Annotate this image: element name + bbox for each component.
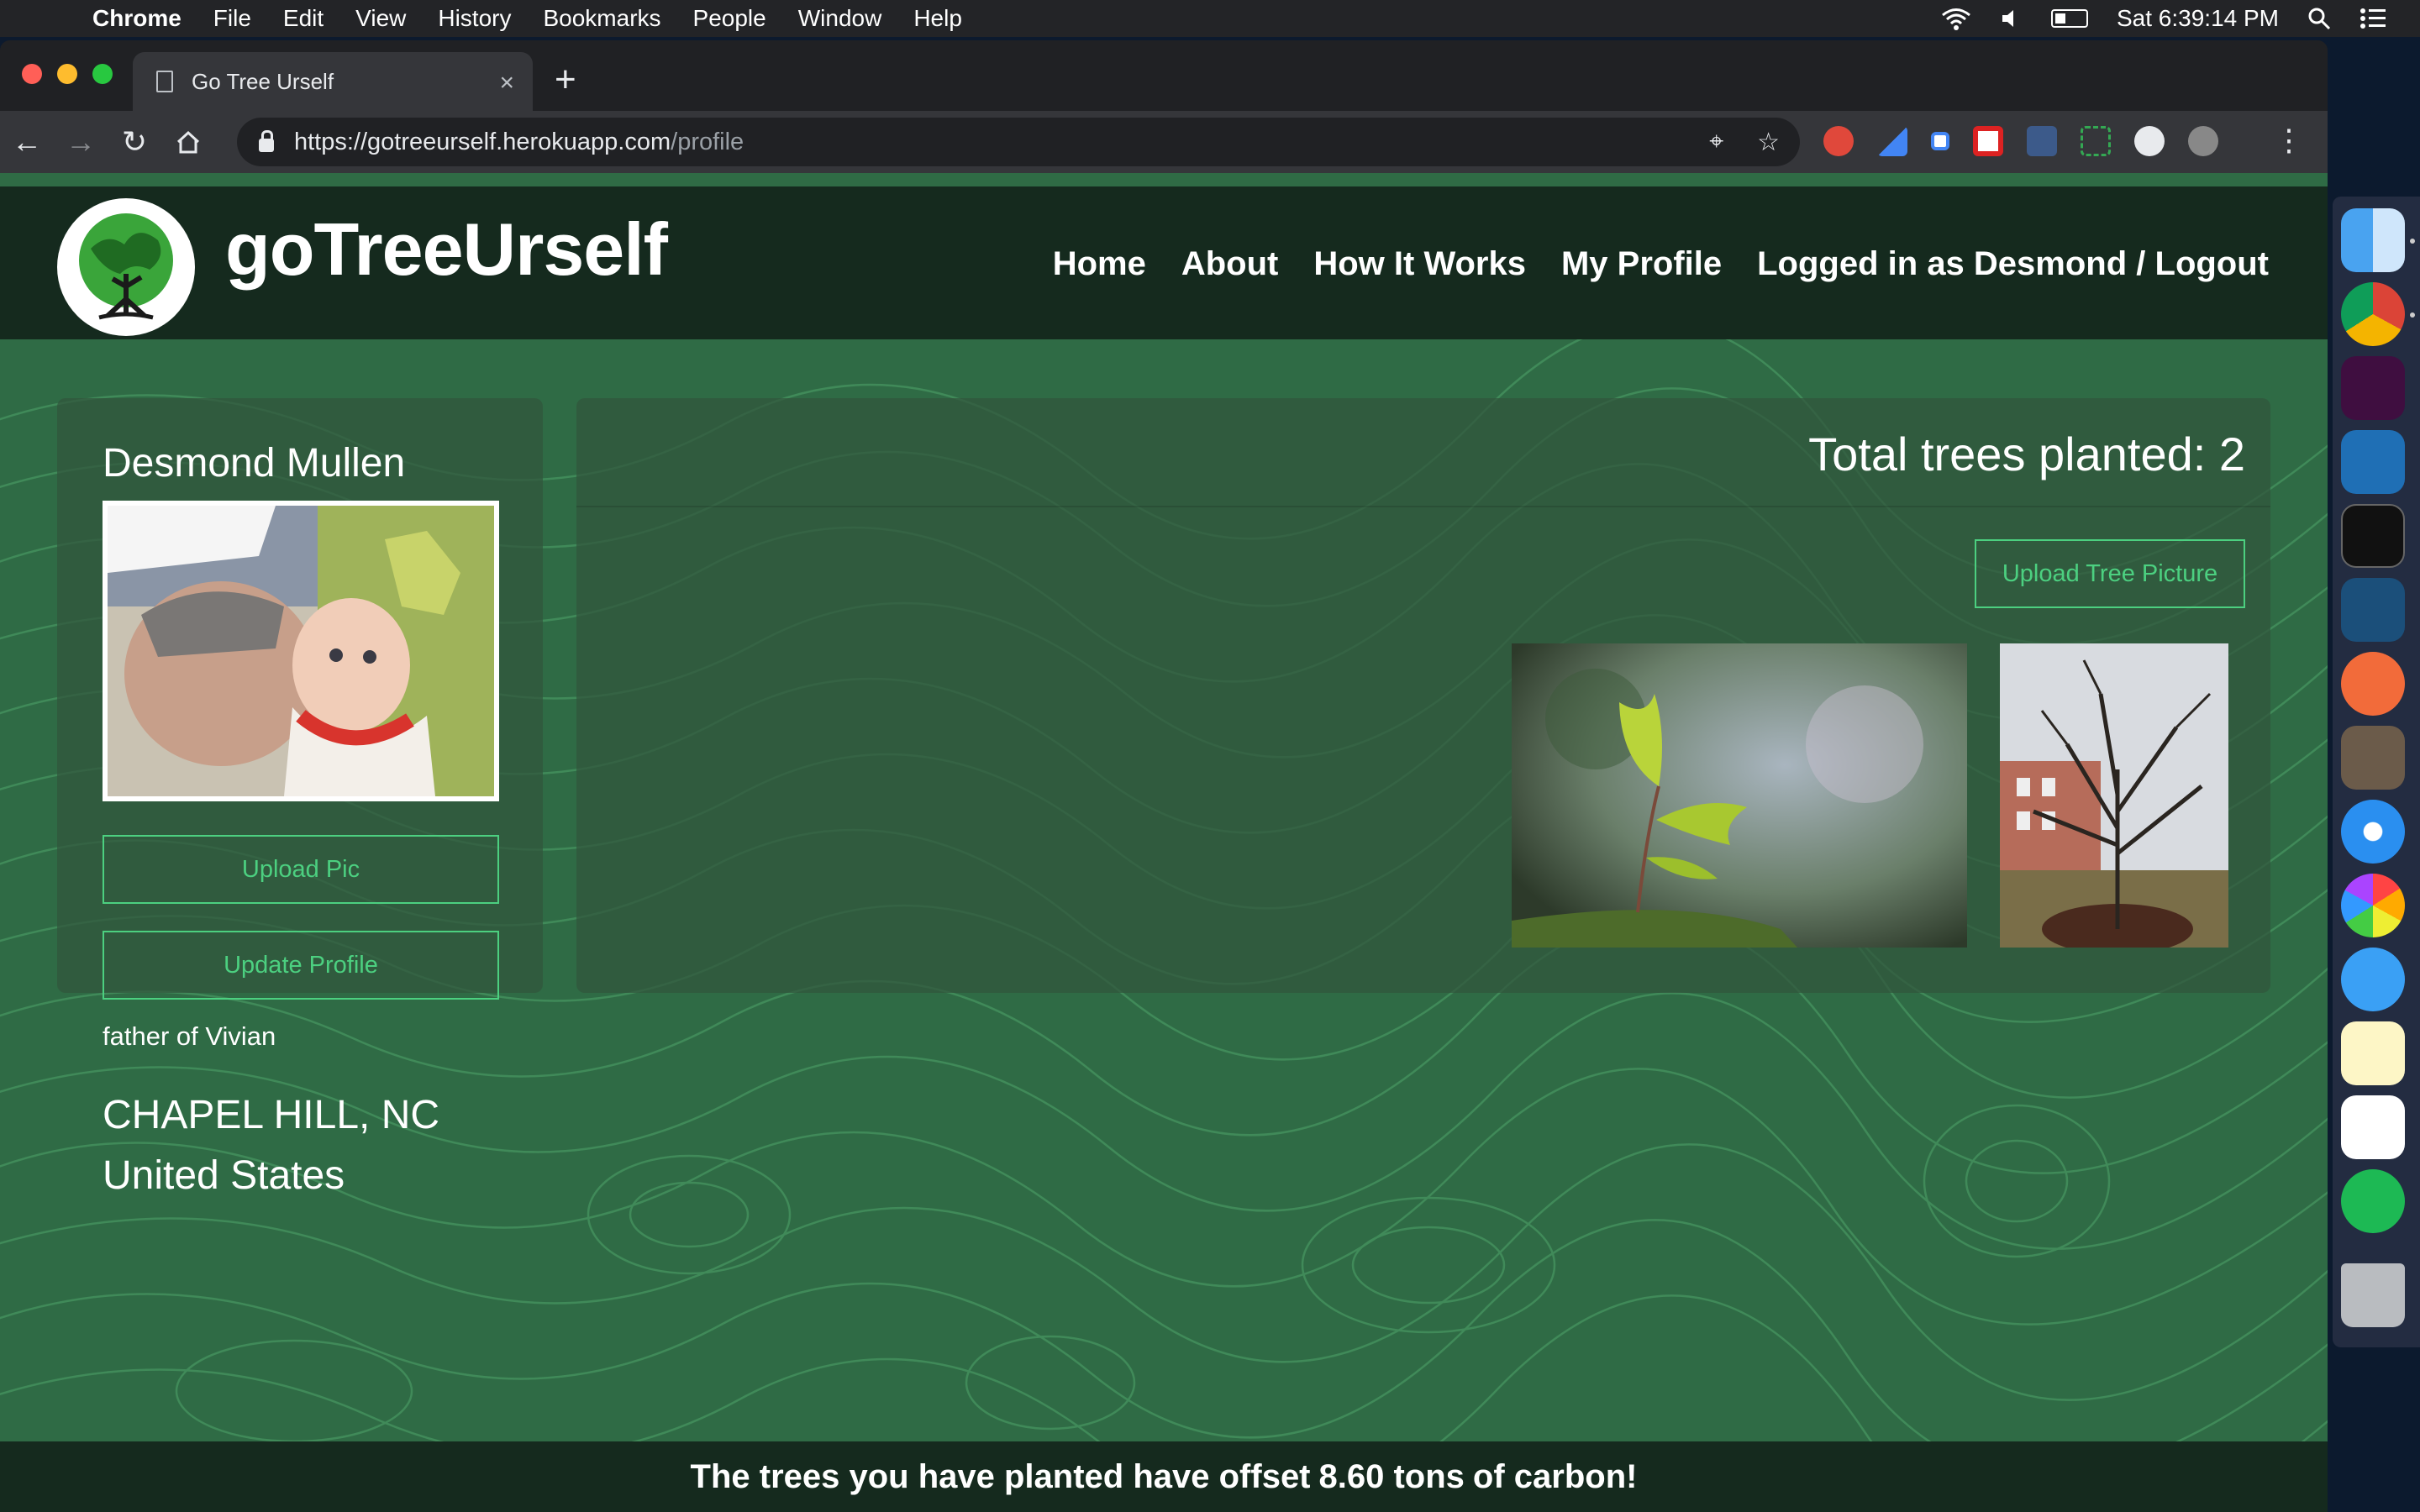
nav-how-it-works[interactable]: How It Works bbox=[1313, 245, 1526, 283]
postman-icon[interactable] bbox=[2341, 652, 2405, 716]
nav-my-profile[interactable]: My Profile bbox=[1561, 245, 1722, 283]
browser-tab[interactable]: Go Tree Urself × bbox=[133, 52, 533, 111]
tab-title: Go Tree Urself bbox=[192, 68, 334, 94]
site-brand[interactable]: goTreeUrself bbox=[225, 207, 668, 292]
tree-photo-planted[interactable] bbox=[2000, 643, 2228, 948]
card-divider bbox=[576, 506, 2270, 507]
spotlight-search-icon[interactable] bbox=[2307, 7, 2331, 30]
chrome-menu-icon[interactable]: ⋮ bbox=[2274, 123, 2304, 158]
bookmark-star-icon[interactable]: ☆ bbox=[1757, 128, 1780, 157]
profile-country: United States bbox=[103, 1153, 345, 1198]
lock-icon[interactable] bbox=[259, 130, 274, 152]
tab-strip: Go Tree Urself × + bbox=[0, 40, 2328, 111]
upload-pic-button[interactable]: Upload Pic bbox=[103, 835, 499, 904]
chrome-icon[interactable] bbox=[2341, 282, 2405, 346]
close-tab-icon[interactable]: × bbox=[499, 69, 514, 97]
running-indicator bbox=[2410, 312, 2415, 318]
carbon-offset-footer: The trees you have planted have offset 8… bbox=[0, 1441, 2328, 1512]
reminders-icon[interactable] bbox=[2341, 1095, 2405, 1159]
battery-icon[interactable] bbox=[2050, 9, 2088, 28]
address-bar[interactable]: https://gotreeurself.herokuapp.com/profi… bbox=[237, 118, 1800, 166]
macos-dock bbox=[2333, 197, 2420, 1347]
wifi-icon[interactable] bbox=[1940, 7, 1972, 30]
tree-globe-icon bbox=[66, 207, 187, 328]
extension-icon-blue-square[interactable] bbox=[1931, 132, 1949, 150]
window-controls bbox=[22, 64, 113, 84]
notes-icon[interactable] bbox=[2341, 1021, 2405, 1085]
extension-icon-circle[interactable] bbox=[2134, 126, 2165, 156]
trash-icon[interactable] bbox=[2341, 1263, 2405, 1327]
back-button[interactable]: ← bbox=[0, 124, 54, 160]
home-button[interactable] bbox=[161, 128, 215, 156]
messages-icon[interactable] bbox=[2341, 948, 2405, 1011]
slack-icon[interactable] bbox=[2341, 356, 2405, 420]
macos-menu-bar: Chrome File Edit View History Bookmarks … bbox=[0, 0, 2420, 37]
safari-icon[interactable] bbox=[2341, 800, 2405, 864]
total-trees-planted: Total trees planted: 2 bbox=[1808, 428, 2245, 480]
profile-city-state: CHAPEL HILL, NC bbox=[103, 1093, 440, 1137]
vscode-icon[interactable] bbox=[2341, 430, 2405, 494]
menu-file[interactable]: File bbox=[213, 5, 251, 32]
menu-help[interactable]: Help bbox=[913, 5, 962, 32]
terminal-icon[interactable] bbox=[2341, 504, 2405, 568]
close-window-button[interactable] bbox=[22, 64, 42, 84]
profile-photo bbox=[103, 501, 499, 801]
extension-icon-calendar[interactable] bbox=[1973, 126, 2003, 156]
volume-icon[interactable] bbox=[2001, 8, 2023, 29]
menu-edit[interactable]: Edit bbox=[283, 5, 324, 32]
new-tab-button[interactable]: + bbox=[555, 59, 576, 101]
footer-prefix: The trees you have planted have offset bbox=[690, 1457, 1311, 1495]
spotify-icon[interactable] bbox=[2341, 1169, 2405, 1233]
profile-card: Desmond Mullen Upload Pic Update Profile bbox=[57, 398, 543, 1000]
nav-about[interactable]: About bbox=[1181, 245, 1279, 283]
running-indicator bbox=[2410, 239, 2415, 244]
menu-history[interactable]: History bbox=[438, 5, 511, 32]
minimize-window-button[interactable] bbox=[57, 64, 77, 84]
profile-location: CHAPEL HILL, NC United States bbox=[103, 1085, 439, 1206]
forward-button[interactable]: → bbox=[54, 124, 108, 160]
site-header: goTreeUrself Home About How It Works My … bbox=[0, 186, 2328, 339]
clock[interactable]: Sat 6:39:14 PM bbox=[2117, 5, 2279, 32]
mysql-workbench-icon[interactable] bbox=[2341, 578, 2405, 642]
nav-logout[interactable]: Logged in as Desmond / Logout bbox=[1757, 245, 2269, 283]
extension-icon-capture[interactable] bbox=[2081, 126, 2111, 156]
update-profile-button[interactable]: Update Profile bbox=[103, 931, 499, 1000]
upload-tree-picture-button[interactable]: Upload Tree Picture bbox=[1975, 539, 2245, 608]
extension-icon-red[interactable] bbox=[1823, 126, 1854, 156]
url-path: /profile bbox=[671, 128, 744, 155]
site-logo[interactable] bbox=[57, 198, 195, 336]
photos-icon[interactable] bbox=[2341, 874, 2405, 937]
menu-window[interactable]: Window bbox=[798, 5, 882, 32]
url-host: https://gotreeurself.herokuapp.com bbox=[294, 128, 671, 155]
gimp-icon[interactable] bbox=[2341, 726, 2405, 790]
profile-avatar-icon[interactable] bbox=[2188, 126, 2218, 156]
menu-view[interactable]: View bbox=[355, 5, 406, 32]
browser-toolbar: ← → ↻ https://gotreeurself.herokuapp.com… bbox=[0, 111, 2328, 173]
location-icon[interactable]: ⌖ bbox=[1709, 128, 1723, 157]
carbon-amount: 8.60 tons bbox=[1318, 1457, 1465, 1495]
page-icon bbox=[156, 71, 173, 92]
web-page: goTreeUrself Home About How It Works My … bbox=[0, 173, 2328, 1512]
zoom-window-button[interactable] bbox=[92, 64, 113, 84]
site-nav: Home About How It Works My Profile Logge… bbox=[1053, 245, 2269, 283]
extension-icon-link[interactable] bbox=[2027, 126, 2057, 156]
extensions-area bbox=[1823, 126, 2218, 156]
profile-bio: father of Vivian bbox=[103, 1021, 276, 1051]
extension-icon-pen[interactable] bbox=[1877, 126, 1907, 156]
finder-icon[interactable] bbox=[2341, 208, 2405, 272]
nav-home[interactable]: Home bbox=[1053, 245, 1146, 283]
profile-name: Desmond Mullen bbox=[103, 441, 406, 486]
menu-people[interactable]: People bbox=[693, 5, 766, 32]
notification-center-icon[interactable] bbox=[2360, 8, 2386, 29]
trees-card: Total trees planted: 2 Upload Tree Pictu… bbox=[576, 398, 2270, 993]
menu-app-chrome[interactable]: Chrome bbox=[92, 5, 182, 32]
reload-button[interactable]: ↻ bbox=[108, 124, 161, 160]
footer-suffix: of carbon! bbox=[1472, 1457, 1638, 1495]
menu-bookmarks[interactable]: Bookmarks bbox=[543, 5, 660, 32]
chrome-window: Go Tree Urself × + ← → ↻ https://gotreeu… bbox=[0, 40, 2328, 1512]
tree-photo-sprout[interactable] bbox=[1512, 643, 1967, 948]
